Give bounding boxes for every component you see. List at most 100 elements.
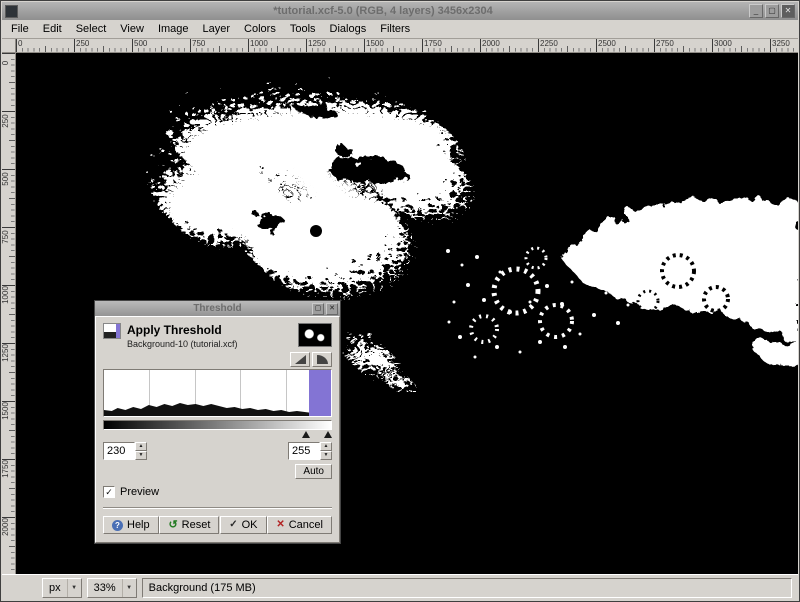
menu-edit[interactable]: Edit	[36, 21, 69, 37]
cancel-icon: ✕	[276, 520, 284, 530]
ruler-label: 2250	[540, 40, 558, 48]
menu-layer[interactable]: Layer	[196, 21, 238, 37]
histogram-scale-toggles	[103, 352, 332, 367]
close-button[interactable]: ✕	[781, 4, 795, 18]
dialog-separator	[103, 507, 332, 509]
ruler-label: 1000	[250, 40, 268, 48]
ruler-label: 1500	[366, 40, 384, 48]
ruler-label: 750	[192, 40, 205, 48]
threshold-dialog: Threshold ▢ ✕ Apply Threshold Background…	[94, 300, 341, 544]
help-button[interactable]: ? Help	[103, 516, 159, 534]
ruler-label: 3000	[714, 40, 732, 48]
ruler-label: 1250	[308, 40, 326, 48]
dialog-maximize-button[interactable]: ▢	[312, 303, 324, 315]
zoom-select[interactable]: 33% ▼	[87, 578, 137, 598]
layer-thumbnail	[298, 323, 332, 347]
histogram-curve	[104, 370, 331, 416]
gimp-image-window: *tutorial.xcf-5.0 (RGB, 4 layers) 3456x2…	[0, 0, 800, 602]
unit-select[interactable]: px ▼	[42, 578, 82, 598]
dialog-heading: Apply Threshold	[127, 323, 238, 337]
ok-icon: ✓	[229, 520, 237, 530]
dialog-title-bar[interactable]: Threshold ▢ ✕	[95, 301, 340, 316]
dialog-body: Apply Threshold Background-10 (tutorial.…	[95, 316, 340, 543]
ruler-label: 500	[134, 40, 147, 48]
menu-bar: File Edit Select View Image Layer Colors…	[2, 20, 798, 39]
ruler-label: 750	[2, 227, 10, 247]
threshold-low-input[interactable]	[103, 442, 135, 460]
threshold-low-spin-buttons: ▲ ▼	[135, 442, 147, 460]
dialog-controls: ▢ ✕	[312, 303, 338, 315]
window-controls: _ ▢ ✕	[749, 4, 795, 18]
value-gradient-bar	[103, 420, 332, 430]
status-message-panel: Background (175 MB)	[142, 578, 792, 598]
zoom-value: 33%	[94, 582, 116, 594]
ruler-corner[interactable]	[2, 39, 16, 53]
logarithmic-histogram-icon	[317, 355, 328, 364]
ruler-label: 2000	[2, 517, 10, 537]
linear-histogram-button[interactable]	[290, 352, 310, 367]
preview-checkbox[interactable]: ✓	[103, 486, 115, 498]
ruler-label: 2000	[482, 40, 500, 48]
menu-dialogs[interactable]: Dialogs	[323, 21, 374, 37]
reset-button[interactable]: ↺ Reset	[159, 516, 219, 534]
menu-select[interactable]: Select	[69, 21, 114, 37]
ruler-label: 3250	[772, 40, 790, 48]
ruler-label: 0	[2, 53, 10, 73]
ruler-label: 500	[2, 169, 10, 189]
dialog-close-button[interactable]: ✕	[326, 303, 338, 315]
preview-row: ✓ Preview	[103, 486, 332, 498]
threshold-selection-region[interactable]	[309, 370, 331, 416]
auto-button[interactable]: Auto	[295, 464, 332, 479]
dialog-title: Threshold	[95, 303, 340, 314]
menu-colors[interactable]: Colors	[237, 21, 283, 37]
ruler-label: 250	[2, 111, 10, 131]
dialog-heading-group: Apply Threshold Background-10 (tutorial.…	[127, 323, 238, 349]
maximize-button[interactable]: ▢	[765, 4, 779, 18]
threshold-high-spinner: ▲ ▼	[288, 442, 332, 460]
spin-down-icon[interactable]: ▼	[320, 451, 332, 460]
threshold-high-marker[interactable]	[324, 431, 332, 438]
preview-label: Preview	[120, 486, 159, 498]
ok-button-label: OK	[242, 519, 258, 531]
title-bar[interactable]: *tutorial.xcf-5.0 (RGB, 4 layers) 3456x2…	[2, 2, 798, 20]
ruler-label: 1750	[424, 40, 442, 48]
dropdown-icon: ▼	[122, 579, 136, 597]
minimize-button[interactable]: _	[749, 4, 763, 18]
auto-row: Auto	[103, 464, 332, 479]
histogram[interactable]	[103, 369, 332, 417]
ruler-label: 2750	[656, 40, 674, 48]
ok-button[interactable]: ✓ OK	[220, 516, 266, 534]
ruler-label: 1500	[2, 401, 10, 421]
threshold-low-marker[interactable]	[302, 431, 310, 438]
menu-filters[interactable]: Filters	[373, 21, 417, 37]
spin-up-icon[interactable]: ▲	[320, 442, 332, 451]
reset-button-label: Reset	[182, 519, 211, 531]
window-title: *tutorial.xcf-5.0 (RGB, 4 layers) 3456x2…	[32, 5, 734, 17]
horizontal-ruler[interactable]: 0 250 500 750 1000 1250 1500 1750 2000 2…	[16, 39, 798, 53]
cancel-button[interactable]: ✕ Cancel	[267, 516, 332, 534]
status-message: Background (175 MB)	[149, 582, 256, 594]
threshold-low-spinner: ▲ ▼	[103, 442, 147, 460]
help-button-label: Help	[127, 519, 150, 531]
status-bar: px ▼ 33% ▼ Background (175 MB)	[2, 574, 798, 600]
gimp-icon	[5, 5, 18, 18]
menu-file[interactable]: File	[4, 21, 36, 37]
spin-down-icon[interactable]: ▼	[135, 451, 147, 460]
dropdown-icon: ▼	[67, 579, 81, 597]
spin-up-icon[interactable]: ▲	[135, 442, 147, 451]
cancel-button-label: Cancel	[289, 519, 323, 531]
menu-image[interactable]: Image	[151, 21, 196, 37]
vertical-ruler[interactable]: 0 250 500 750 1000 1250 1500 1750 2000	[2, 53, 16, 574]
ruler-label: 2500	[598, 40, 616, 48]
threshold-high-input[interactable]	[288, 442, 320, 460]
logarithmic-histogram-button[interactable]	[312, 352, 332, 367]
ruler-label: 1250	[2, 343, 10, 363]
menu-view[interactable]: View	[113, 21, 151, 37]
unit-value: px	[49, 582, 61, 594]
threshold-values-row: ▲ ▼ ▲ ▼	[103, 442, 332, 460]
dialog-header: Apply Threshold Background-10 (tutorial.…	[103, 323, 332, 349]
ruler-label: 1750	[2, 459, 10, 479]
threshold-tool-icon	[103, 323, 121, 339]
linear-histogram-icon	[295, 355, 306, 364]
menu-tools[interactable]: Tools	[283, 21, 323, 37]
